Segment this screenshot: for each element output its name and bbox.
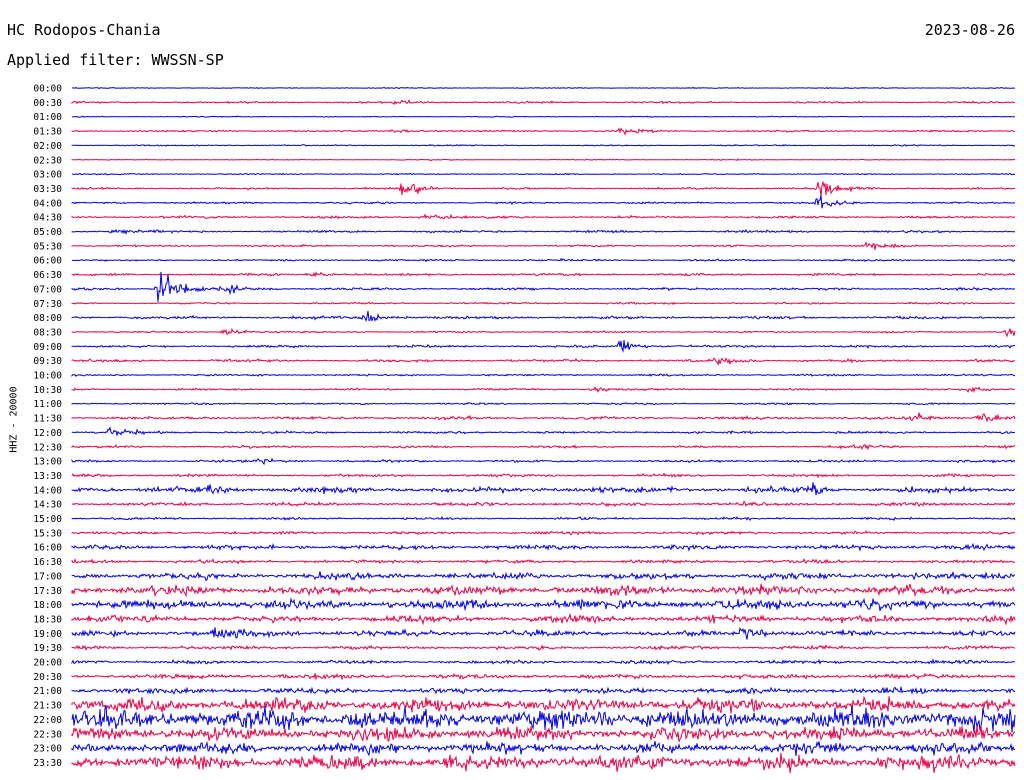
time-tick-label: 17:30 [33, 586, 62, 597]
trace-line [71, 658, 1015, 666]
time-tick-label: 01:30 [33, 127, 62, 138]
time-tick-label: 01:00 [33, 112, 62, 123]
trace-line [71, 115, 1016, 118]
time-tick-label: 07:30 [33, 299, 62, 310]
trace-line [71, 195, 1016, 209]
trace-line [71, 301, 1015, 306]
trace-line [71, 627, 1016, 640]
trace-line [71, 686, 1016, 696]
time-tick-label: 21:00 [33, 686, 62, 697]
time-tick-label: 07:00 [33, 284, 62, 295]
trace-line [71, 180, 1016, 197]
trace-line [71, 158, 1016, 162]
trace-line [71, 412, 1016, 423]
trace-line [71, 444, 1016, 451]
time-tick-label: 00:00 [33, 84, 62, 95]
trace-line [71, 327, 1016, 338]
trace-line [71, 373, 1016, 377]
trace-line [71, 86, 1015, 90]
time-tick-label: 18:30 [33, 614, 62, 625]
trace-line [71, 704, 1016, 733]
time-tick-label: 20:30 [33, 672, 62, 683]
trace-line [71, 672, 1016, 681]
time-tick-label: 19:00 [33, 629, 62, 640]
trace-line [71, 752, 1016, 774]
trace-line [71, 339, 1016, 353]
time-tick-label: 06:00 [33, 256, 62, 267]
time-tick-label: 17:00 [33, 571, 62, 582]
trace-line [71, 644, 1016, 651]
time-tick-label: 11:30 [33, 414, 62, 425]
trace-line [71, 257, 1016, 263]
trace-line [71, 482, 1016, 496]
time-tick-label: 12:30 [33, 442, 62, 453]
trace-line [71, 402, 1016, 406]
time-tick-label: 16:30 [33, 557, 62, 568]
trace-line [71, 213, 1016, 220]
trace-line [71, 426, 1016, 437]
trace-line [71, 583, 1016, 598]
time-tick-label: 19:30 [33, 643, 62, 654]
time-tick-label: 21:30 [33, 701, 62, 712]
time-tick-label: 08:00 [33, 313, 62, 324]
time-tick-label: 04:00 [33, 198, 62, 209]
trace-line [71, 515, 1016, 522]
time-tick-label: 00:30 [33, 98, 62, 109]
time-tick-label: 08:30 [33, 327, 62, 338]
time-tick-label: 15:30 [33, 528, 62, 539]
trace-line [71, 597, 1016, 612]
trace-line [71, 557, 1016, 565]
time-tick-label: 02:30 [33, 155, 62, 166]
trace-line [71, 99, 1016, 105]
trace-line [71, 310, 1016, 323]
trace-line [71, 357, 1016, 367]
trace-line [71, 612, 1016, 626]
time-tick-label: 09:30 [33, 356, 62, 367]
trace-line [71, 472, 1016, 479]
time-tick-label: 02:00 [33, 141, 62, 152]
time-tick-label: 06:30 [33, 270, 62, 281]
trace-line [71, 228, 1015, 236]
time-tick-label: 03:00 [33, 170, 62, 181]
time-tick-label: 03:30 [33, 184, 62, 195]
trace-line [71, 240, 1016, 250]
time-tick-label: 13:30 [33, 471, 62, 482]
time-tick-label: 23:30 [33, 758, 62, 769]
trace-line [71, 571, 1016, 582]
trace-line [71, 740, 1016, 757]
time-tick-label: 11:00 [33, 399, 62, 410]
seismogram-plot: 00:00 00:30 01:00 01:30 02:00 02:30 03:00 03:30… [33, 84, 1016, 774]
time-tick-label: 10:00 [33, 371, 62, 382]
trace-line [71, 271, 1016, 302]
trace-line [71, 695, 1016, 714]
time-tick-label: 14:30 [33, 500, 62, 511]
time-tick-label: 04:30 [33, 213, 62, 224]
trace-line [71, 143, 1016, 147]
time-tick-label: 09:00 [33, 342, 62, 353]
time-tick-label: 18:00 [33, 600, 62, 611]
time-tick-label: 15:00 [33, 514, 62, 525]
time-tick-label: 22:00 [33, 715, 62, 726]
time-tick-label: 16:00 [33, 543, 62, 554]
time-tick-label: 14:00 [33, 485, 62, 496]
trace-line [71, 500, 1016, 508]
time-tick-label: 05:30 [33, 241, 62, 252]
trace-line [71, 386, 1016, 393]
time-tick-label: 23:00 [33, 744, 62, 755]
time-tick-label: 12:00 [33, 428, 62, 439]
time-tick-label: 22:30 [33, 729, 62, 740]
time-tick-label: 10:30 [33, 385, 62, 396]
trace-line [71, 530, 1016, 536]
time-tick-label: 05:00 [33, 227, 62, 238]
trace-line [71, 271, 1016, 278]
trace-line [71, 127, 1016, 136]
time-tick-label: 20:00 [33, 658, 62, 669]
trace-line [71, 457, 1016, 466]
trace-line [71, 542, 1016, 552]
time-tick-label: 13:00 [33, 457, 62, 468]
trace-line [71, 172, 1016, 176]
